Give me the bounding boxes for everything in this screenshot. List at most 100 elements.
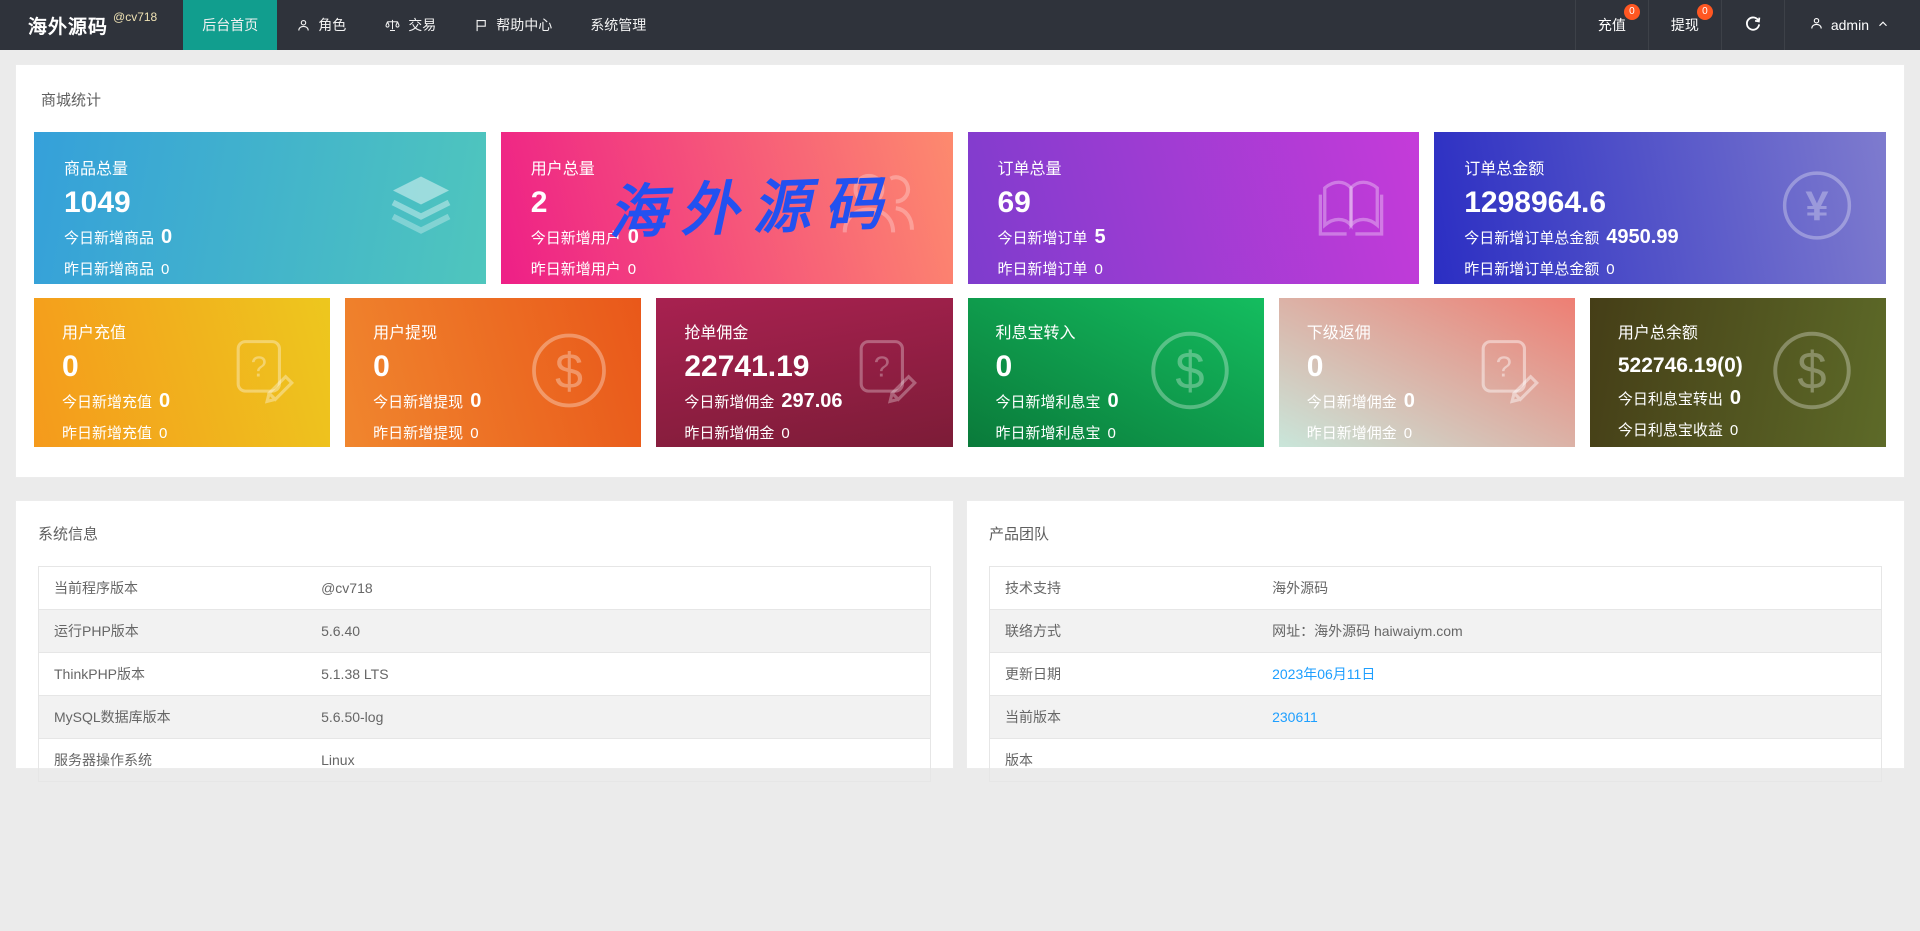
menu-item-label: 系统管理 (590, 17, 647, 33)
app-logo: 海外源码 @cv718 (0, 0, 183, 50)
product-team-title: 产品团队 (989, 526, 1050, 543)
menu-item-help-center[interactable]: 帮助中心 (455, 0, 571, 50)
user-icon (296, 18, 311, 33)
row-value (1257, 739, 1881, 782)
book-icon (1315, 171, 1387, 246)
yesterday-label: 昨日新增佣金 (684, 424, 775, 442)
withdraw-button[interactable]: 提现 0 (1647, 0, 1721, 50)
svg-text:$: $ (1175, 341, 1204, 400)
row-value: @cv718 (321, 580, 373, 596)
yesterday-label: 昨日新增充值 (62, 424, 153, 442)
yesterday-value: 0 (781, 424, 790, 442)
svg-text:?: ? (873, 351, 889, 383)
table-row: 运行PHP版本 5.6.40 (38, 609, 931, 653)
today-value: 5 (1094, 225, 1106, 248)
navbar-actions: 充值 0 提现 0 admin (1574, 0, 1920, 50)
row-label: 当前程序版本 (54, 580, 138, 596)
row-label: 服务器操作系统 (54, 752, 152, 768)
dollar-circle-icon: $ (529, 330, 609, 415)
update-date-link[interactable]: 2023年06月11日 (1272, 666, 1375, 682)
svg-text:¥: ¥ (1805, 183, 1828, 230)
menu-item-trade[interactable]: 交易 (365, 0, 455, 50)
yesterday-label: 今日利息宝收益 (1617, 421, 1723, 439)
menu-item-system[interactable]: 系统管理 (571, 0, 665, 50)
flag-icon (474, 18, 489, 33)
refresh-icon (1744, 15, 1762, 36)
users-icon (833, 163, 921, 254)
stat-card-user-withdraw: 用户提现 0 今日新增提现 0 昨日新增提现 0 $ (345, 298, 642, 447)
stats-row-1: 商品总量 1049 今日新增商品 0 昨日新增商品 0 用户总量 2 今日新增用户 0… (34, 132, 1886, 284)
app-title: 海外源码 (28, 16, 109, 38)
section-title: 商城统计 (41, 92, 102, 109)
row-label: ThinkPHP版本 (54, 666, 146, 682)
table-row: 更新日期 2023年06月11日 (989, 653, 1882, 696)
withdraw-label: 提现 (1670, 17, 1699, 33)
current-version-link[interactable]: 230611 (1272, 709, 1318, 725)
menu-item-label: 交易 (408, 17, 437, 33)
yesterday-value: 0 (1107, 424, 1116, 442)
menu-item-roles[interactable]: 角色 (277, 0, 365, 50)
row-value: 网址：海外源码 haiwaiym.com (1272, 623, 1463, 639)
table-row: 联络方式 网址：海外源码 haiwaiym.com (989, 609, 1882, 653)
stat-card-orders-total: 订单总量 69 今日新增订单 5 昨日新增订单 0 (967, 132, 1420, 284)
today-label: 今日新增充值 (62, 393, 153, 411)
yesterday-value: 0 (470, 424, 479, 442)
main-menu: 后台首页 角色 交易 帮助中心 系统管理 (183, 0, 665, 50)
today-value: 297.06 (781, 389, 843, 412)
yesterday-label: 昨日新增商品 (64, 260, 155, 278)
app-version-badge: @cv718 (113, 10, 158, 24)
yesterday-value: 0 (161, 260, 170, 278)
today-value: 0 (1403, 389, 1415, 412)
user-icon (1809, 16, 1824, 34)
yesterday-label: 昨日新增佣金 (1306, 424, 1397, 442)
stat-card-products-total: 商品总量 1049 今日新增商品 0 昨日新增商品 0 (34, 132, 486, 284)
recharge-label: 充值 (1597, 17, 1626, 33)
svg-text:?: ? (1496, 351, 1512, 383)
stats-row-2: 用户充值 0 今日新增充值 0 昨日新增充值 0 ? 用户提现 0 今日新增提现 0 … (34, 298, 1887, 447)
scales-icon (384, 18, 401, 33)
row-value: 5.6.50-log (321, 709, 384, 725)
table-row: 版本 (989, 739, 1882, 782)
row-label: 版本 (1005, 752, 1033, 768)
row-label: 联络方式 (1005, 623, 1061, 639)
yesterday-label: 昨日新增用户 (530, 260, 621, 278)
row-value: 230611 (1257, 696, 1881, 739)
recharge-button[interactable]: 充值 0 (1574, 0, 1648, 50)
today-label: 今日新增用户 (530, 229, 621, 247)
today-label: 今日利息宝转出 (1617, 390, 1723, 408)
svg-text:$: $ (555, 343, 583, 399)
today-label: 今日新增佣金 (684, 393, 775, 411)
yesterday-value: 0 (159, 424, 168, 442)
product-team-table: 技术支持 海外源码 联络方式 网址：海外源码 haiwaiym.com 更新日期… (989, 566, 1882, 782)
table-row: 当前程序版本 @cv718 (38, 567, 931, 610)
row-label: 技术支持 (1005, 580, 1061, 596)
row-label: 运行PHP版本 (54, 623, 139, 639)
today-value: 0 (470, 389, 482, 412)
edit-question-icon: ? (1477, 337, 1543, 408)
edit-question-icon: ? (232, 337, 298, 408)
row-value: Linux (321, 752, 355, 768)
row-value: 2023年06月11日 (1257, 653, 1881, 696)
refresh-button[interactable] (1720, 0, 1784, 50)
yesterday-label: 昨日新增利息宝 (995, 424, 1101, 442)
yesterday-value: 0 (1729, 421, 1739, 439)
menu-item-home[interactable]: 后台首页 (183, 0, 278, 50)
row-label: 更新日期 (1005, 666, 1061, 682)
row-label: 当前版本 (1005, 709, 1061, 725)
row-value: 海外源码 (1272, 580, 1329, 596)
today-value: 0 (1107, 389, 1119, 412)
today-value: 0 (161, 225, 173, 248)
admin-dropdown[interactable]: admin (1783, 0, 1920, 50)
bottom-section: 系统信息 当前程序版本 @cv718 运行PHP版本 5.6.40 ThinkP… (15, 500, 1905, 782)
row-value: 5.1.38 LTS (321, 666, 389, 682)
table-row: MySQL数据库版本 5.6.50-log (38, 695, 931, 739)
top-navbar: 海外源码 @cv718 后台首页 角色 交易 帮助中心 系统管理 充值 0 提现… (0, 0, 1920, 50)
stat-card-order-commission: 抢单佣金 22741.19 今日新增佣金 297.06 昨日新增佣金 0 ? (656, 298, 953, 447)
dollar-circle-icon: $ (1770, 328, 1854, 417)
svg-text:$: $ (1797, 341, 1826, 400)
yesterday-label: 昨日新增订单总金额 (1464, 260, 1600, 278)
today-value: 0 (1729, 386, 1741, 409)
yesterday-value: 0 (1403, 424, 1413, 442)
row-value: 5.6.40 (321, 623, 361, 639)
menu-item-label: 帮助中心 (496, 17, 553, 33)
